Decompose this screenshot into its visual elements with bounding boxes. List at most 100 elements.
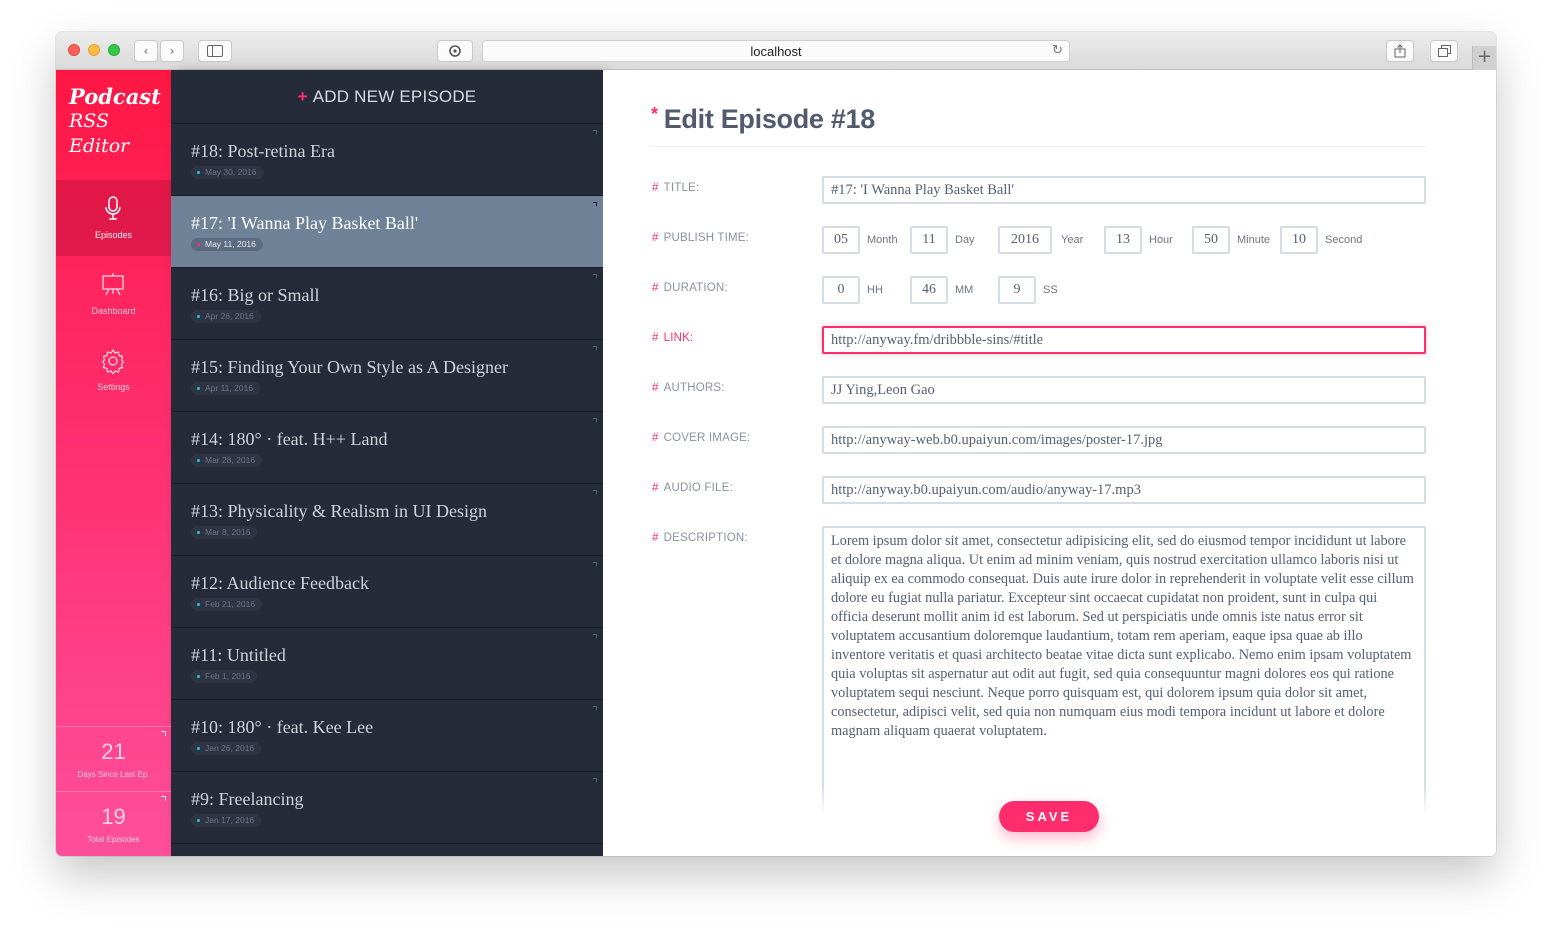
back-button[interactable]: ‹ <box>134 40 158 62</box>
corner-marker-icon <box>161 731 166 736</box>
publish-hour-input[interactable]: 13 <box>1104 226 1142 254</box>
duration-label: # DURATION: <box>652 282 728 294</box>
episode-title: #14: 180° · feat. H++ Land <box>191 429 388 449</box>
episode-item[interactable]: #14: 180° · feat. H++ Land Mar 28, 2016 <box>171 412 603 484</box>
corner-marker-icon <box>593 778 597 782</box>
episode-date: Mar 8, 2016 <box>205 527 251 537</box>
corner-marker-icon <box>161 796 166 801</box>
episode-item[interactable]: #11: Untitled Feb 1, 2016 <box>171 628 603 700</box>
status-dot-icon <box>197 243 200 246</box>
episode-item[interactable]: #10: 180° · feat. Kee Lee Jan 26, 2016 <box>171 700 603 772</box>
episode-item[interactable]: #16: Big or Small Apr 26, 2016 <box>171 268 603 340</box>
seconds-unit: SS <box>1043 284 1058 296</box>
brand-line-2: RSS <box>69 110 110 132</box>
episode-item[interactable]: #15: Finding Your Own Style as A Designe… <box>171 340 603 412</box>
plus-icon: + <box>297 87 308 106</box>
episode-item[interactable]: #9: Freelancing Jan 17, 2016 <box>171 772 603 844</box>
minimize-window-button[interactable] <box>88 44 100 56</box>
episode-item[interactable]: #12: Audience Feedback Feb 21, 2016 <box>171 556 603 628</box>
sidebar-toggle-button[interactable] <box>198 40 232 62</box>
episode-date-badge: Apr 11, 2016 <box>191 382 261 395</box>
episode-date-badge: May 11, 2016 <box>191 238 263 251</box>
zoom-window-button[interactable] <box>108 44 120 56</box>
episode-title: #15: Finding Your Own Style as A Designe… <box>191 357 509 377</box>
close-window-button[interactable] <box>68 44 80 56</box>
page-title-text: Edit Episode #18 <box>663 104 876 134</box>
publish-month-input[interactable]: 05 <box>822 226 860 254</box>
description-textarea[interactable]: Lorem ipsum dolor sit amet, consectetur … <box>822 526 1426 816</box>
sidebar: Podcast RSS Editor Episodes Dashboard Se… <box>56 70 171 856</box>
episode-date: May 11, 2016 <box>205 239 256 249</box>
audio-file-input[interactable]: http://anyway.b0.upaiyun.com/audio/anywa… <box>822 476 1426 504</box>
year-unit: Year <box>1061 234 1084 246</box>
cover-image-input[interactable]: http://anyway-web.b0.upaiyun.com/images/… <box>822 426 1426 454</box>
duration-seconds-input[interactable]: 9 <box>998 276 1036 304</box>
nav-item-dashboard[interactable]: Dashboard <box>56 256 171 332</box>
status-dot-icon <box>197 387 200 390</box>
day-unit: Day <box>955 234 975 246</box>
nav-label-settings: Settings <box>97 382 130 392</box>
forward-button[interactable]: › <box>160 40 184 62</box>
episode-title: #13: Physicality & Realism in UI Design <box>191 501 487 521</box>
authors-input[interactable]: JJ Ying,Leon Gao <box>822 376 1426 404</box>
reload-icon[interactable]: ↻ <box>1052 41 1063 61</box>
corner-marker-icon <box>593 490 597 494</box>
chevron-right-icon: › <box>169 44 175 58</box>
episode-date: Jan 26, 2016 <box>205 743 255 753</box>
publish-second-input[interactable]: 10 <box>1280 226 1318 254</box>
episode-date: Apr 11, 2016 <box>205 383 254 393</box>
episode-item[interactable]: #17: 'I Wanna Play Basket Ball' May 11, 2… <box>171 196 603 268</box>
stat-value: 21 <box>101 739 126 764</box>
stat-value: 19 <box>101 804 126 829</box>
address-bar[interactable]: localhost ↻ <box>482 40 1070 62</box>
episode-date: Mar 28, 2016 <box>205 455 256 465</box>
episode-date: Apr 26, 2016 <box>205 311 254 321</box>
save-button[interactable]: SAVE <box>999 801 1099 832</box>
stat-total-episodes: 19 Total Episodes <box>56 791 171 856</box>
sync-button[interactable] <box>437 40 473 62</box>
episode-title: #16: Big or Small <box>191 285 320 305</box>
corner-marker-icon <box>593 418 597 422</box>
status-dot-icon <box>197 603 200 606</box>
minutes-unit: MM <box>955 284 974 296</box>
episode-title: #12: Audience Feedback <box>191 573 369 593</box>
add-episode-button[interactable]: + ADD NEW EPISODE <box>171 70 603 124</box>
nav-item-episodes[interactable]: Episodes <box>56 180 171 256</box>
episode-date-badge: Feb 21, 2016 <box>191 598 263 611</box>
title-input[interactable]: #17: 'I Wanna Play Basket Ball' <box>822 176 1426 204</box>
episode-date-badge: Mar 28, 2016 <box>191 454 263 467</box>
link-input[interactable]: http://anyway.fm/dribbble-sins/#title <box>822 326 1426 354</box>
plus-icon: + <box>1476 46 1493 67</box>
cover-image-label: # COVER IMAGE: <box>652 432 751 444</box>
nav-item-settings[interactable]: Settings <box>56 332 171 408</box>
share-button[interactable] <box>1386 40 1414 62</box>
status-dot-icon <box>197 675 200 678</box>
new-tab-button[interactable]: + <box>1472 46 1496 70</box>
episode-title: #18: Post-retina Era <box>191 141 335 161</box>
publish-year-input[interactable]: 2016 <box>998 226 1052 254</box>
corner-marker-icon <box>593 274 597 278</box>
edit-episode-form: * Edit Episode #18 # TITLE: #17: 'I Wanna … <box>603 70 1496 856</box>
nav-label-episodes: Episodes <box>94 230 133 240</box>
episode-date: Jan 17, 2016 <box>205 815 255 825</box>
episode-date-badge: Feb 1, 2016 <box>191 670 258 683</box>
publish-day-input[interactable]: 11 <box>910 226 948 254</box>
gear-icon <box>101 349 125 374</box>
status-dot-icon <box>197 315 200 318</box>
duration-hours-input[interactable]: 0 <box>822 276 860 304</box>
link-label: # LINK: <box>652 332 694 344</box>
presentation-icon <box>102 273 124 296</box>
episode-item[interactable]: #13: Physicality & Realism in UI Design M… <box>171 484 603 556</box>
app-logo: Podcast RSS Editor <box>56 70 171 180</box>
episode-date-badge: Mar 8, 2016 <box>191 526 258 539</box>
tabs-overview-button[interactable] <box>1430 40 1458 62</box>
duration-minutes-input[interactable]: 46 <box>910 276 948 304</box>
episode-title: #17: 'I Wanna Play Basket Ball' <box>191 213 419 233</box>
asterisk-icon: * <box>651 104 658 124</box>
episode-item[interactable]: #18: Post-retina Era May 30, 2016 <box>171 124 603 196</box>
hour-unit: Hour <box>1149 234 1173 246</box>
episode-date-badge: Jan 17, 2016 <box>191 814 262 827</box>
publish-minute-input[interactable]: 50 <box>1192 226 1230 254</box>
episode-date: Feb 21, 2016 <box>205 599 256 609</box>
minute-unit: Minute <box>1237 234 1271 246</box>
